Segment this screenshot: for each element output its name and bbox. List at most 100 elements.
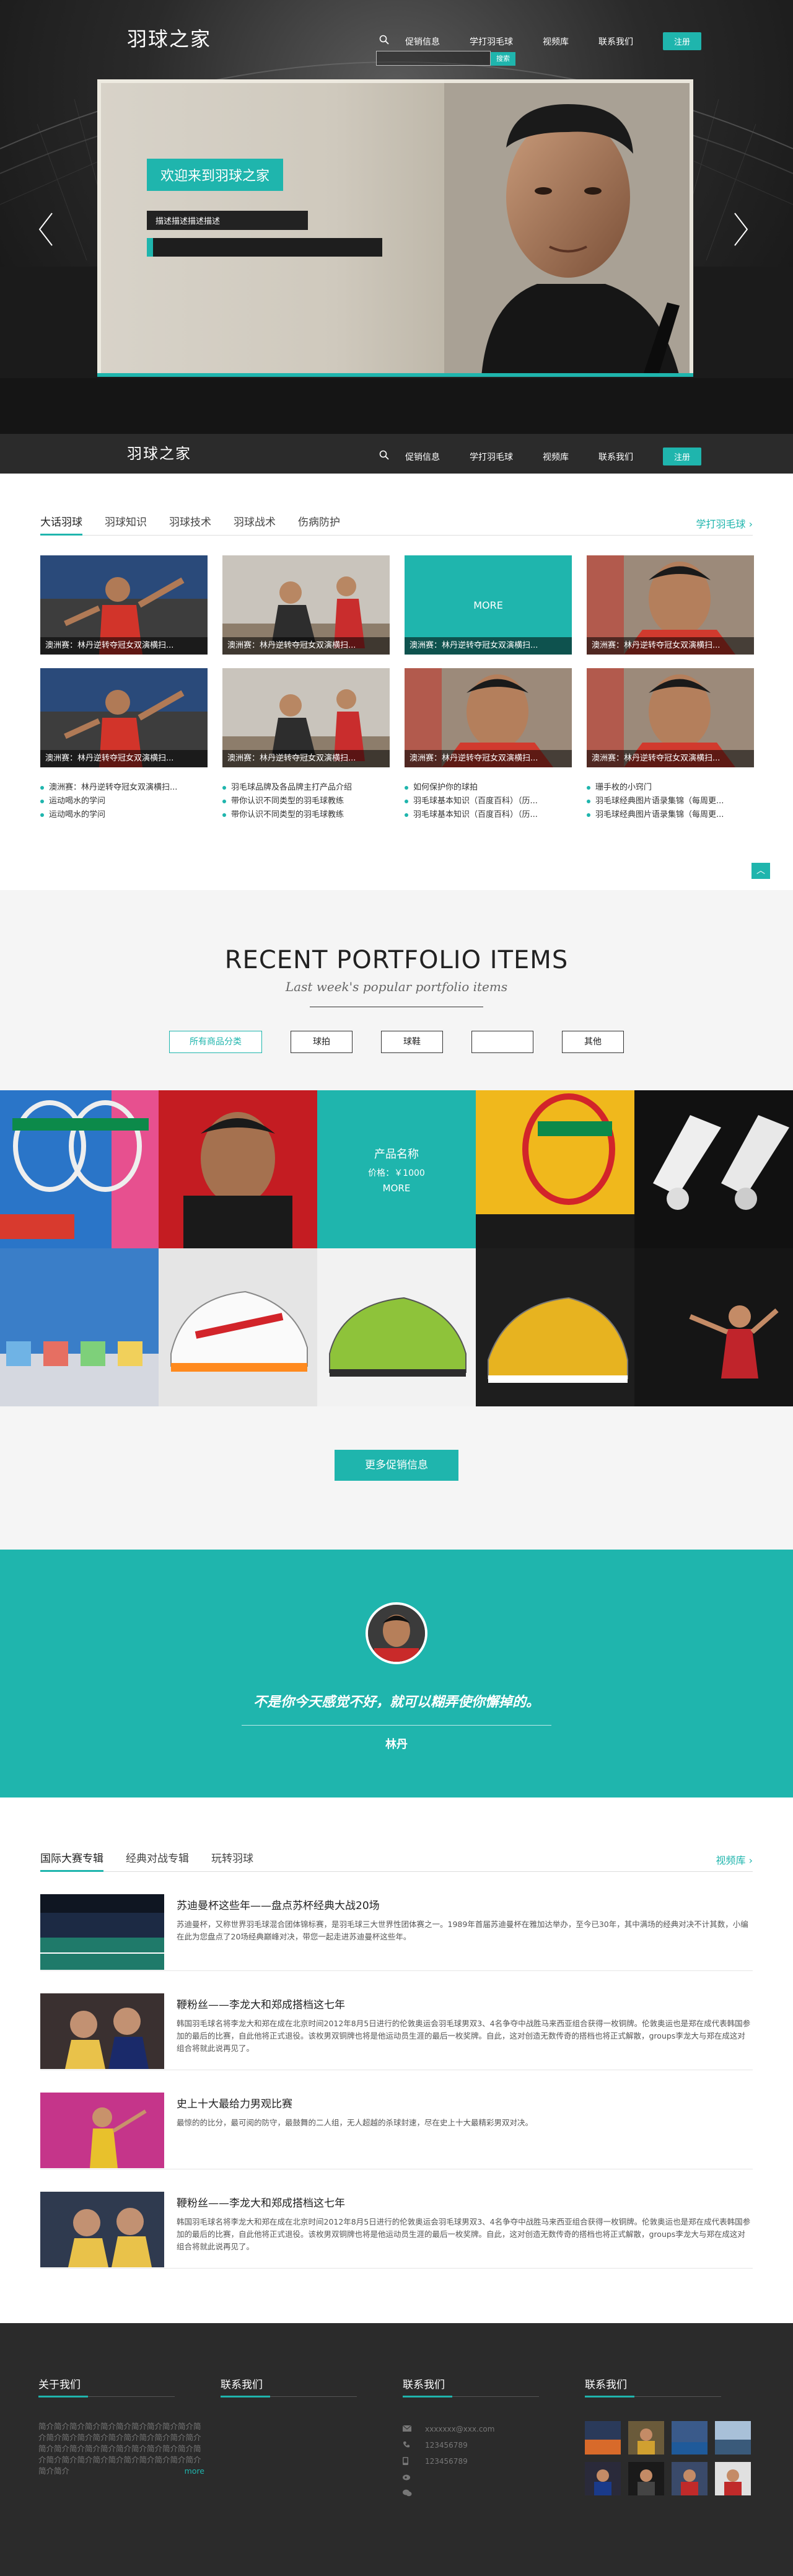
news-thumbnail[interactable] — [40, 2093, 164, 2168]
gallery-image[interactable] — [628, 2421, 664, 2455]
gallery-image[interactable] — [715, 2421, 751, 2455]
nav-link-videos[interactable]: 视频库 — [543, 451, 569, 463]
search-icon[interactable] — [379, 35, 393, 48]
knowledge-thumb[interactable]: 澳洲赛：林丹逆转夺冠女双演横扫... — [40, 668, 208, 767]
list-item[interactable]: 如何保护你的球拍 — [405, 781, 572, 795]
gallery-image[interactable] — [715, 2462, 751, 2495]
filter-shoes[interactable]: 球鞋 — [381, 1031, 443, 1053]
news-title[interactable]: 苏迪曼杯这些年——盘点苏杯经典大战20场 — [177, 1897, 753, 1912]
product-shoe-green[interactable] — [317, 1248, 476, 1406]
nav-link-contact[interactable]: 联系我们 — [598, 451, 633, 463]
filter-rackets[interactable]: 球拍 — [291, 1031, 353, 1053]
product-shoe-store[interactable] — [0, 1248, 159, 1406]
chevron-right-icon[interactable] — [731, 211, 750, 248]
store-photo — [0, 1248, 159, 1406]
knowledge-thumb[interactable]: 澳洲赛：林丹逆转夺冠女双演横扫... — [222, 555, 390, 655]
knowledge-thumb[interactable]: 澳洲赛：林丹逆转夺冠女双演横扫... — [40, 555, 208, 655]
nav-link-learn[interactable]: 学打羽毛球 — [470, 451, 513, 463]
tab-technique[interactable]: 羽球技术 — [169, 513, 211, 535]
filter-blank[interactable] — [471, 1031, 533, 1053]
footer-mobile-text: 123456789 — [425, 2457, 468, 2466]
quote-section: 不是你今天感觉不好，就可以糊弄使你懈掉的。 林丹 — [0, 1550, 793, 1797]
nav-menu: 促销信息 学打羽毛球 视频库 联系我们 注册 — [379, 32, 702, 50]
product-racket-yonex[interactable] — [0, 1090, 159, 1248]
list-item[interactable]: 带你认识不同类型的羽毛球教练 — [222, 808, 390, 822]
product-shoe-white[interactable] — [159, 1248, 317, 1406]
video-library-link[interactable]: 视频库 › — [716, 1852, 753, 1867]
footer-more-link[interactable]: more — [185, 2466, 204, 2477]
learn-more-link[interactable]: 学打羽毛球 › — [696, 516, 753, 531]
chevron-up-icon[interactable]: ︿ — [751, 863, 770, 879]
knowledge-thumb[interactable]: MORE 澳洲赛：林丹逆转夺冠女双演横扫... — [405, 555, 572, 655]
nav-link-contact[interactable]: 联系我们 — [598, 35, 633, 48]
product-racket-arc[interactable] — [476, 1090, 634, 1248]
product-shoe-gold[interactable] — [476, 1248, 634, 1406]
list-item[interactable]: 羽毛球基本知识（百度百科）（历... — [405, 795, 572, 808]
product-more[interactable]: MORE — [383, 1183, 411, 1194]
footer-weibo[interactable] — [403, 2469, 585, 2486]
product-overlay[interactable]: 产品名称 价格：￥1000 MORE — [317, 1090, 476, 1248]
tab-talk[interactable]: 大话羽球 — [40, 513, 82, 536]
nav-link-videos[interactable]: 视频库 — [543, 35, 569, 48]
news-title[interactable]: 史上十大最给力男观比赛 — [177, 2095, 753, 2111]
search-input[interactable] — [376, 51, 491, 66]
product-female-player[interactable] — [634, 1248, 793, 1406]
tab-international[interactable]: 国际大赛专辑 — [40, 1850, 103, 1872]
filter-other[interactable]: 其他 — [562, 1031, 624, 1053]
register-button[interactable]: 注册 — [663, 448, 702, 465]
knowledge-thumb[interactable]: 澳洲赛：林丹逆转夺冠女双演横扫... — [587, 555, 754, 655]
tab-injury[interactable]: 伤病防护 — [298, 513, 340, 535]
knowledge-thumb[interactable]: 澳洲赛：林丹逆转夺冠女双演横扫... — [405, 668, 572, 767]
gallery-image[interactable] — [672, 2462, 708, 2495]
news-item[interactable]: 鞭粉丝——李龙大和郑成搭档这七年 韩国羽毛球名将李龙大和郑在成在北京时间2012… — [40, 1993, 753, 2070]
tab-classic[interactable]: 经典对战专辑 — [126, 1850, 189, 1871]
tab-fun[interactable]: 玩转羽球 — [211, 1850, 253, 1871]
register-button[interactable]: 注册 — [663, 32, 702, 50]
list-item[interactable]: 澳洲赛：林丹逆转夺冠女双演横扫... — [40, 781, 208, 795]
gallery-image[interactable] — [672, 2421, 708, 2455]
news-thumbnail[interactable] — [40, 1894, 164, 1970]
news-item[interactable]: 史上十大最给力男观比赛 最惊的的比分，最可阅的防守，最鼓舞的二人组，无人超越的杀… — [40, 2093, 753, 2169]
gallery-image[interactable] — [585, 2421, 621, 2455]
site-logo-small[interactable]: 羽球之家 — [127, 441, 191, 463]
tab-tactics[interactable]: 羽球战术 — [234, 513, 276, 535]
news-item[interactable]: 鞭粉丝——李龙大和郑成搭档这七年 韩国羽毛球名将李龙大和郑在成在北京时间2012… — [40, 2192, 753, 2269]
news-thumbnail[interactable] — [40, 1993, 164, 2069]
footer-title: 联系我们 — [403, 2376, 539, 2397]
list-item[interactable]: 羽毛球经典图片语录集锦（每周更... — [587, 795, 754, 808]
footer-phone[interactable]: 123456789 — [403, 2437, 585, 2453]
nav-link-promotions[interactable]: 促销信息 — [405, 35, 440, 48]
gallery-image[interactable] — [585, 2462, 621, 2495]
filter-all[interactable]: 所有商品分类 — [169, 1031, 262, 1053]
footer-mobile[interactable]: 123456789 — [403, 2453, 585, 2469]
list-item[interactable]: 羽毛球品牌及各品牌主打产品介绍 — [222, 781, 390, 795]
list-item[interactable]: 运动喝水的学问 — [40, 808, 208, 822]
news-title[interactable]: 鞭粉丝——李龙大和郑成搭档这七年 — [177, 2194, 753, 2210]
news-thumbnail[interactable] — [40, 2192, 164, 2267]
site-logo[interactable]: 羽球之家 — [127, 24, 211, 52]
racket-photo — [0, 1090, 159, 1248]
knowledge-thumb[interactable]: 澳洲赛：林丹逆转夺冠女双演横扫... — [222, 668, 390, 767]
hero-slide[interactable]: 欢迎来到羽球之家 描述描述描述描述 — [97, 79, 693, 377]
chevron-left-icon[interactable] — [37, 211, 56, 248]
list-item[interactable]: 运动喝水的学问 — [40, 795, 208, 808]
nav-link-promotions[interactable]: 促销信息 — [405, 451, 440, 463]
nav-link-learn[interactable]: 学打羽毛球 — [470, 35, 513, 48]
knowledge-thumb[interactable]: 澳洲赛：林丹逆转夺冠女双演横扫... — [587, 668, 754, 767]
list-item[interactable]: 带你认识不同类型的羽毛球教练 — [222, 795, 390, 808]
search-button[interactable]: 搜索 — [491, 52, 515, 66]
list-item[interactable]: 羽毛球基本知识（百度百科）（历... — [405, 808, 572, 822]
gallery-image[interactable] — [628, 2462, 664, 2495]
more-promotions-button[interactable]: 更多促销信息 — [335, 1450, 458, 1481]
product-player-ad[interactable] — [159, 1090, 317, 1248]
list-item[interactable]: 羽毛球经典图片语录集锦（每周更... — [587, 808, 754, 822]
news-item[interactable]: 苏迪曼杯这些年——盘点苏杯经典大战20场 苏迪曼杯，又称世界羽毛球混合团体锦标赛… — [40, 1894, 753, 1971]
product-shuttlecocks[interactable] — [634, 1090, 793, 1248]
list-item[interactable]: 珊手枚的小窍门 — [587, 781, 754, 795]
tab-knowledge[interactable]: 羽球知识 — [105, 513, 147, 535]
footer-email[interactable]: xxxxxxx@xxx.com — [402, 2421, 585, 2437]
avatar — [366, 1602, 427, 1664]
search-icon[interactable] — [379, 450, 393, 464]
news-title[interactable]: 鞭粉丝——李龙大和郑成搭档这七年 — [177, 1996, 753, 2011]
footer-wechat[interactable] — [403, 2486, 585, 2502]
